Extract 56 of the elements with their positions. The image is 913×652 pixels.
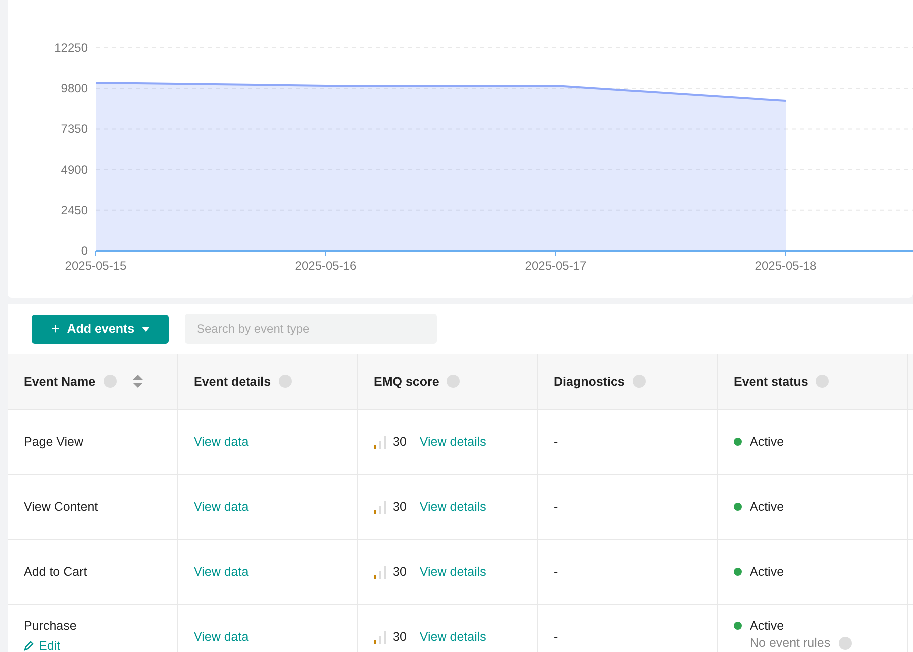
emq-score: 30 [393,435,407,449]
view-details-link[interactable]: View details [420,565,486,579]
view-details-link[interactable]: View details [420,630,486,644]
y-tick-label: 4900 [61,162,88,177]
sort-icon[interactable] [132,375,143,388]
signal-bars-icon [374,630,386,644]
emq-score: 30 [393,500,407,514]
status-text: Active [750,500,784,514]
event-name: Page View [24,435,85,449]
help-icon[interactable] [104,375,117,388]
signal-bars-icon [374,500,386,514]
column-title: Event details [194,374,272,388]
diagnostics-value: - [554,630,558,644]
x-tick-label: 2025-05-18 [755,259,817,273]
y-tick-label: 2450 [61,203,88,218]
diagnostics-value: - [554,500,558,514]
y-tick-label: 12250 [54,41,88,55]
status-text: Active [750,619,784,633]
x-tick-label: 2025-05-16 [295,259,357,273]
x-tick-label: 2025-05-17 [525,259,587,273]
status-note: No event rules [750,637,831,650]
signal-bars-icon [374,436,386,448]
search-field[interactable]: Search by event type [185,314,437,344]
y-tick-label: 0 [81,244,88,258]
signal-bars-icon [374,566,386,578]
y-tick-label: 9800 [61,82,88,96]
column-title: EMQ score [374,374,440,388]
help-icon[interactable] [447,375,460,388]
view-data-link[interactable]: View data [194,630,249,644]
column-title: Event Name [24,374,96,388]
view-data-link[interactable]: View data [194,565,249,579]
help-icon[interactable] [816,375,830,388]
view-details-link[interactable]: View details [420,435,486,449]
pencil-icon [24,641,34,651]
emq-score: 30 [393,565,407,579]
diagnostics-value: - [554,565,558,579]
emq-score: 30 [393,630,407,644]
view-data-link[interactable]: View data [194,500,249,514]
help-icon[interactable] [632,375,646,388]
status-text: Active [750,565,784,579]
diagnostics-value: - [554,435,558,449]
view-details-link[interactable]: View details [420,500,486,514]
help-icon[interactable] [838,637,852,650]
column-title: Event status [734,374,808,388]
column-title: Diagnostics [554,374,625,388]
event-name: Add to Cart [24,565,88,579]
status-text: Active [750,435,784,449]
caret-icon [142,326,150,332]
event-name: Purchase [24,619,78,633]
x-tick-label: 2025-05-15 [65,259,127,273]
add-events-button[interactable]: + Add events [32,314,169,344]
edit-link[interactable]: Edit [24,639,61,652]
view-data-link[interactable]: View data [194,435,249,449]
event-name: View Content [24,500,100,514]
help-icon[interactable] [279,375,292,388]
y-tick-label: 7350 [61,122,88,136]
